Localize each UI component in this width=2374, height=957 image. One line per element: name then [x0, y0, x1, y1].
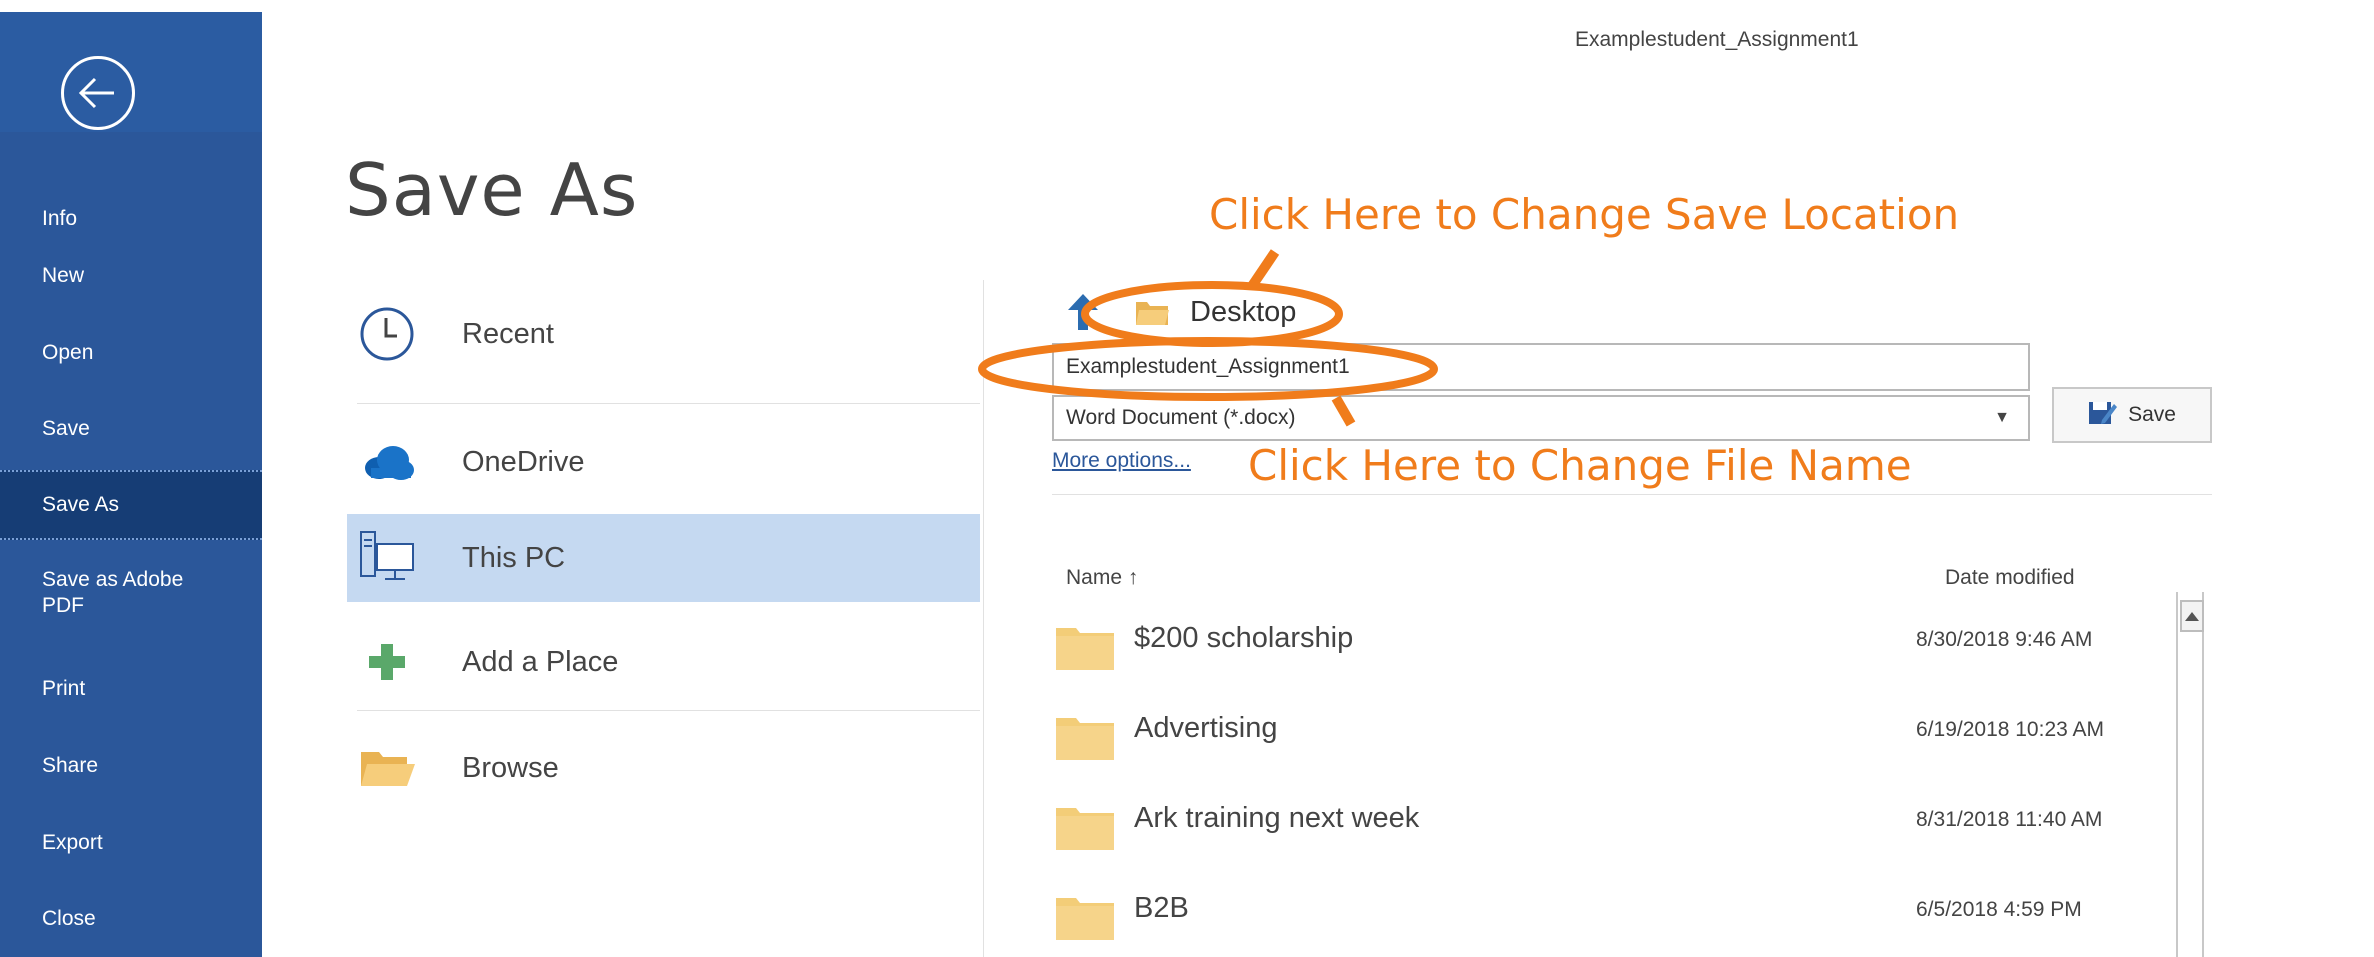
- filename-pointer-line: [1331, 395, 1356, 427]
- filename-highlight-ellipse: [978, 337, 1438, 401]
- annotation-filename-hint: Click Here to Change File Name: [1248, 441, 1912, 490]
- location-pointer-line: [1247, 249, 1280, 289]
- location-highlight-ellipse: [1081, 281, 1343, 347]
- annotation-overlay: [978, 249, 1438, 427]
- annotation-location-hint: Click Here to Change Save Location: [1209, 190, 1960, 239]
